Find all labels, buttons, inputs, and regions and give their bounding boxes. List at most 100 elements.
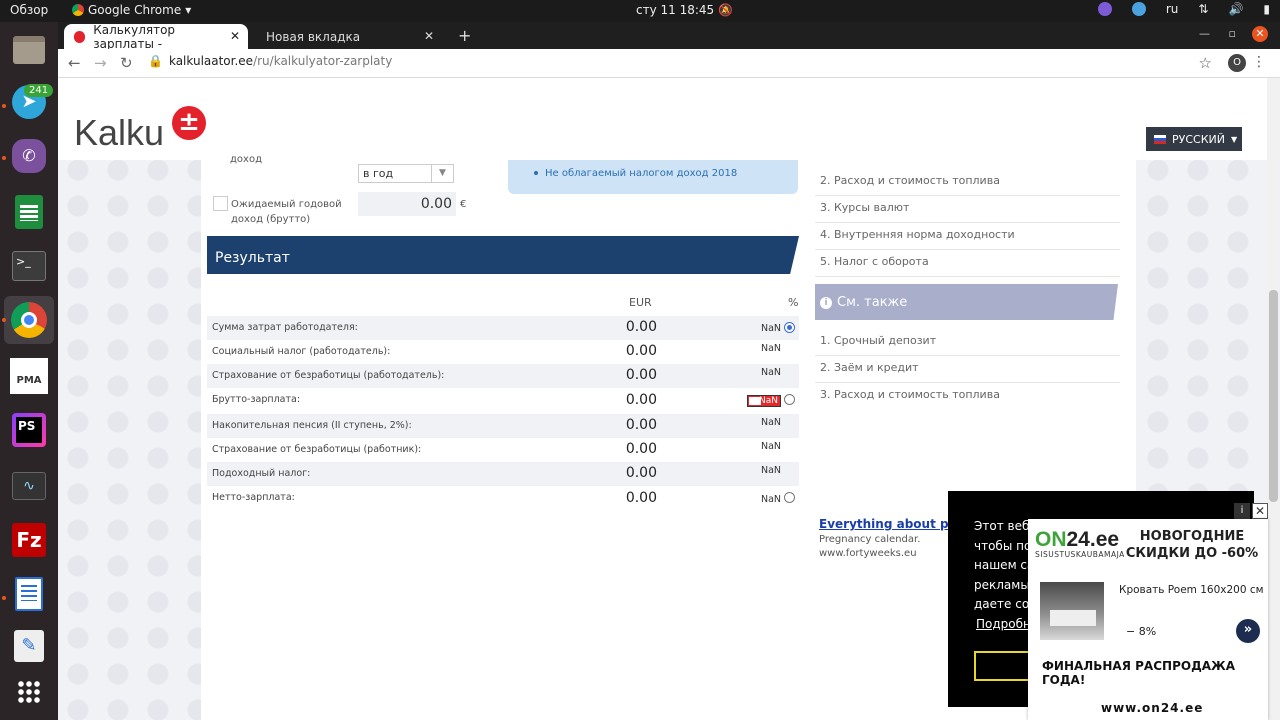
row-radio[interactable] <box>784 322 795 333</box>
profile-avatar[interactable]: O <box>1228 54 1246 72</box>
phpstorm-icon[interactable]: PS <box>9 410 49 450</box>
bookmark-star-icon[interactable]: ☆ <box>1199 54 1212 72</box>
row-radio[interactable] <box>784 492 795 503</box>
clock[interactable]: сту 11 18:45 🔕 <box>636 3 733 17</box>
row-radio[interactable] <box>784 394 795 405</box>
bed-shape <box>1050 610 1096 626</box>
document-icon[interactable] <box>9 574 49 614</box>
period-select[interactable]: в год ▼ <box>358 164 454 183</box>
row-label: Нетто-зарплата: <box>212 492 295 503</box>
info-icon: i <box>820 297 832 309</box>
row-value: 0.00 <box>625 392 657 408</box>
new-tab-button[interactable]: + <box>458 26 471 45</box>
running-indicator <box>2 318 6 322</box>
filezilla-icon[interactable]: Fz <box>9 520 49 560</box>
calculator-panel: доход в год ▼ Ожидаемый годовой доход (б… <box>201 154 801 720</box>
network-icon[interactable]: ⇅ <box>1198 2 1208 16</box>
tab-calculator[interactable]: Калькулятор зарплаты - ✕ <box>64 22 248 51</box>
close-tab-icon[interactable]: ✕ <box>424 29 434 43</box>
ad-info-icon[interactable]: i <box>1234 503 1250 519</box>
sidebar-link-fuel[interactable]: 2. Расход и стоимость топлива <box>820 174 1000 187</box>
back-icon[interactable]: ← <box>68 54 81 72</box>
row-percent: NaN <box>759 396 778 406</box>
reload-icon[interactable]: ↻ <box>120 54 133 72</box>
volume-icon[interactable]: 🔊 <box>1228 2 1243 16</box>
site-logo[interactable]: Kalku <box>74 112 164 154</box>
address-bar[interactable]: 🔒 kalkulaator.ee/ru/kalkulyator-zarplaty <box>148 54 392 68</box>
row-percent: NaN <box>761 441 782 452</box>
language-indicator[interactable]: ru <box>1166 2 1179 16</box>
column-percent: % <box>788 296 799 309</box>
see-also-title: См. также <box>837 295 908 310</box>
chrome-small-icon <box>72 4 84 16</box>
chrome-icon[interactable] <box>4 296 54 344</box>
battery-icon[interactable]: ▮ <box>1263 2 1270 16</box>
tax-free-income-link[interactable]: Не облагаемый налогом доход 2018 <box>545 168 737 179</box>
text-editor-icon[interactable]: ✎ <box>9 626 49 666</box>
ad-product-name[interactable]: Кровать Poem 160x200 см <box>1119 584 1264 596</box>
ad-close-icon[interactable]: ✕ <box>1252 503 1268 519</box>
url-host: kalkulaator.ee <box>168 54 254 68</box>
see-also-deposit[interactable]: 1. Срочный депозит <box>820 334 936 347</box>
row-value: 0.00 <box>625 441 657 457</box>
close-window-icon[interactable]: ✕ <box>1252 26 1268 42</box>
russia-flag-icon <box>1154 134 1166 144</box>
scrollbar-thumb[interactable] <box>1269 290 1278 502</box>
row-label: Брутто-зарплата: <box>212 394 301 405</box>
divider <box>815 382 1120 383</box>
menu-icon[interactable]: ⋮ <box>1252 54 1266 70</box>
row-percent: NaN <box>761 494 782 505</box>
income-label: доход <box>230 154 262 165</box>
minimize-icon[interactable]: — <box>1199 27 1210 40</box>
tab-title: Новая вкладка <box>266 29 361 44</box>
viber-icon[interactable]: ✆ <box>9 136 49 176</box>
cookie-more-link[interactable]: Подробн <box>976 617 1031 631</box>
language-selector[interactable]: РУССКИЙ ▼ <box>1146 127 1242 151</box>
ad-site-url[interactable]: www.on24.ee <box>1101 701 1203 715</box>
row-percent: NaN <box>761 367 782 378</box>
language-label: РУССКИЙ <box>1172 132 1225 146</box>
page-scrollbar[interactable] <box>1267 78 1280 720</box>
forward-icon[interactable]: → <box>94 54 107 72</box>
spreadsheet-icon[interactable] <box>9 192 49 232</box>
row-label: Страхование от безработицы (работодатель… <box>212 370 445 381</box>
divider <box>815 276 1120 277</box>
expected-income-checkbox[interactable] <box>213 196 228 211</box>
files-icon[interactable] <box>9 30 49 70</box>
phpmyadmin-icon[interactable]: PMA <box>9 356 49 396</box>
period-value: в год <box>363 167 394 180</box>
ad-banner[interactable]: ON24.ee SISUSTUSKAUBAMAJA НОВОГОДНИЕ СКИ… <box>1028 519 1268 720</box>
brand-on: ON <box>1035 528 1067 551</box>
activities-button[interactable]: Обзор <box>10 3 48 17</box>
clock-text: сту 11 18:45 <box>636 3 715 17</box>
plus-minus-icon: ± <box>172 106 206 140</box>
tab-title: Калькулятор зарплаты - <box>93 22 176 51</box>
terminal-icon[interactable]: >_ <box>9 246 49 286</box>
currency-sign: € <box>460 199 467 210</box>
see-also-loan[interactable]: 2. Заём и кредит <box>820 361 919 374</box>
sponsored-url[interactable]: www.fortyweeks.eu <box>819 548 917 559</box>
ad-discount: − 8% <box>1126 625 1157 638</box>
close-tab-icon[interactable]: ✕ <box>230 29 240 43</box>
sidebar-link-currency[interactable]: 3. Курсы валют <box>820 201 909 214</box>
tab-new[interactable]: Новая вкладка ✕ <box>256 24 442 49</box>
row-label: Подоходный налог: <box>212 468 311 479</box>
see-also-fuel[interactable]: 3. Расход и стоимость топлива <box>820 388 1000 401</box>
expected-income-input[interactable]: 0.00 <box>358 192 456 216</box>
bed-product-image[interactable] <box>1040 582 1104 640</box>
maximize-icon[interactable]: ▫ <box>1229 27 1236 40</box>
system-monitor-icon[interactable]: ∿ <box>9 466 49 506</box>
ad-next-button[interactable]: » <box>1236 619 1260 643</box>
app-menu[interactable]: Google Chrome ▾ <box>72 3 191 17</box>
result-banner: Результат <box>207 236 799 274</box>
sponsored-link[interactable]: Everything about pregna <box>819 517 959 531</box>
ad-brand-logo: ON24.ee <box>1035 528 1119 552</box>
viber-tray-icon[interactable] <box>1097 2 1112 16</box>
sidebar-link-irr[interactable]: 4. Внутренняя норма доходности <box>820 228 1015 241</box>
sidebar-link-turnover-tax[interactable]: 5. Налог с оборота <box>820 255 929 268</box>
url-path: /ru/kalkulyator-zarplaty <box>253 54 393 68</box>
apps-grid-icon[interactable] <box>9 672 49 712</box>
site-header: Kalku ± РУССКИЙ ▼ <box>58 78 1267 160</box>
percent-input-error[interactable]: NaN <box>747 395 781 407</box>
network-tray-icon[interactable] <box>1131 2 1146 16</box>
